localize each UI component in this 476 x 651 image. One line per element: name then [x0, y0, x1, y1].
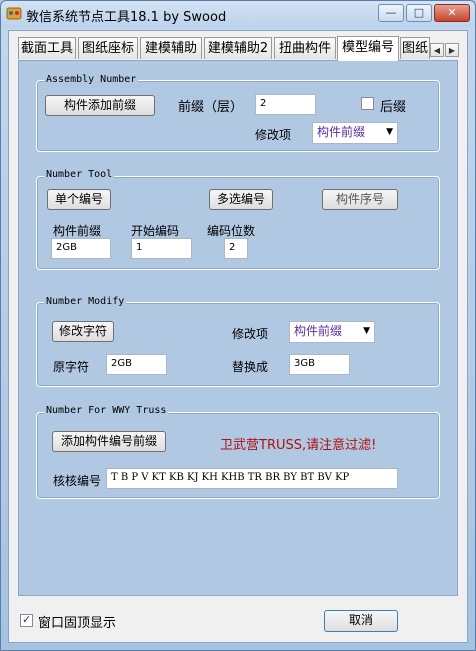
chevron-down-icon: ▼	[386, 127, 393, 137]
nt-prefix-label: 构件前缀	[53, 224, 102, 238]
window-title: 敦信系统节点工具18.1 by Swood	[26, 10, 227, 25]
tab-twisted-member[interactable]: 扭曲构件	[274, 37, 336, 59]
tab-drawing[interactable]: 图纸	[400, 37, 430, 59]
chevron-down-icon: ▼	[363, 326, 370, 336]
number-tool-legend: Number Tool	[44, 169, 115, 180]
prefix-input[interactable]: 2	[255, 94, 316, 115]
replace-with-label: 替换成	[232, 360, 269, 374]
sequence-button[interactable]: 构件序号	[322, 189, 398, 210]
minimize-button[interactable]: —	[378, 4, 404, 22]
tab-model-numbering[interactable]: 模型编号	[337, 36, 399, 61]
tab-modeling-aid-2[interactable]: 建模辅助2	[204, 37, 272, 59]
add-prefix-button[interactable]: 构件添加前缀	[45, 95, 155, 116]
code-digits-input[interactable]: 2	[224, 238, 248, 259]
prefix-label: 前缀（层）	[178, 100, 244, 115]
maximize-button[interactable]: □	[406, 4, 432, 22]
nm-modify-select[interactable]: 构件前缀 ▼	[289, 321, 375, 343]
cancel-button[interactable]: 取消	[324, 610, 398, 632]
original-chars-label: 原字符	[53, 360, 90, 374]
assembly-modify-value: 构件前缀	[317, 125, 366, 139]
check-number-input[interactable]: T B P V KT KB KJ KH KHB TR BR BY BT BV K…	[106, 468, 398, 489]
nm-modify-value: 构件前缀	[294, 324, 343, 338]
nm-modify-label: 修改项	[232, 327, 269, 341]
check-number-label: 核核编号	[53, 474, 102, 488]
replace-with-input[interactable]: 3GB	[289, 354, 350, 375]
pin-on-top-checkbox[interactable]	[20, 613, 33, 627]
tab-modeling-aid[interactable]: 建模辅助	[140, 37, 202, 59]
single-number-button[interactable]: 单个编号	[47, 189, 111, 210]
wwy-truss-legend: Number For WWY Truss	[44, 405, 169, 416]
modify-chars-button[interactable]: 修改字符	[52, 321, 114, 342]
start-code-label: 开始编码	[131, 224, 180, 238]
add-member-prefix-button[interactable]: 添加构件编号前缀	[52, 431, 166, 452]
suffix-label: 后缀	[380, 100, 407, 115]
original-chars-input[interactable]: 2GB	[106, 354, 167, 375]
assembly-modify-label: 修改项	[255, 128, 292, 142]
warning-text: 卫武营TRUSS,请注意过滤!	[220, 438, 377, 453]
assembly-modify-select[interactable]: 构件前缀 ▼	[312, 122, 398, 144]
close-button[interactable]: ✕	[434, 4, 470, 22]
assembly-number-legend: Assembly Number	[44, 74, 139, 85]
suffix-checkbox[interactable]	[361, 97, 374, 110]
start-code-input[interactable]: 1	[131, 238, 192, 259]
pin-on-top-label: 窗口固顶显示	[38, 616, 117, 631]
app-icon	[6, 7, 22, 20]
tab-section-tool[interactable]: 截面工具	[18, 37, 76, 59]
tab-drawing-coord[interactable]: 图纸座标	[78, 37, 138, 59]
multi-number-button[interactable]: 多选编号	[209, 189, 273, 210]
nt-prefix-input[interactable]: 2GB	[51, 238, 111, 259]
number-modify-legend: Number Modify	[44, 296, 127, 307]
tab-scroll-left-icon[interactable]: ◀	[430, 43, 444, 57]
tab-scroll-right-icon[interactable]: ▶	[445, 43, 459, 57]
code-digits-label: 编码位数	[207, 224, 256, 238]
